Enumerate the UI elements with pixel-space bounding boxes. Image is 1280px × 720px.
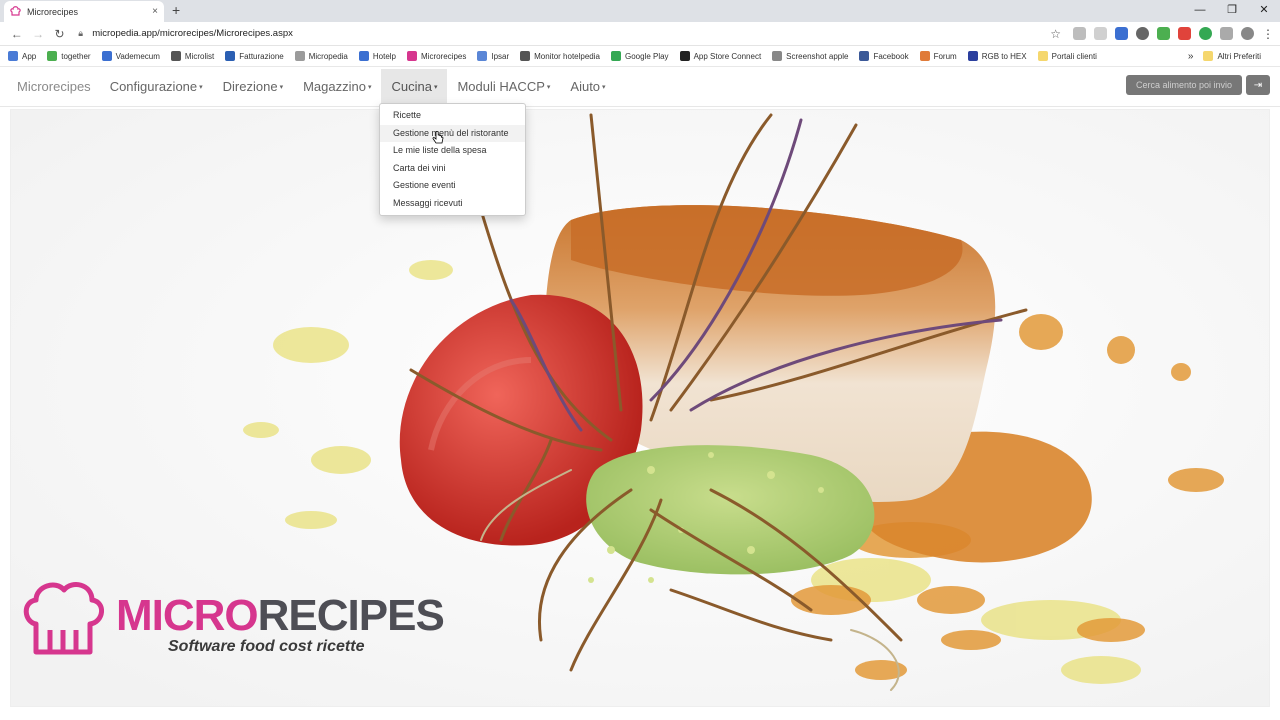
caret-down-icon: ▾ — [433, 83, 438, 91]
caret-down-icon: ▾ — [367, 83, 372, 91]
chef-hat-favicon-icon — [10, 6, 21, 17]
navbar-brand[interactable]: Microrecipes — [8, 79, 100, 94]
bookmark-favicon-icon — [358, 51, 369, 61]
dropdown-item[interactable]: Gestione menù del ristorante — [380, 124, 525, 142]
bookmark-favicon-icon — [47, 51, 58, 61]
app-navbar: Microrecipes Configurazione ▾ Direzione ▾ Ma… — [0, 67, 1280, 107]
bookmark-item[interactable]: Facebook — [859, 51, 909, 61]
bookmark-item[interactable]: Screenshot apple — [772, 51, 848, 61]
nav-item-moduli-haccp[interactable]: Moduli HACCP ▾ — [447, 69, 560, 105]
extension-icon[interactable] — [1220, 27, 1233, 40]
extension-icon[interactable] — [1115, 27, 1128, 40]
nav-item-direzione[interactable]: Direzione ▾ — [213, 69, 293, 105]
logout-icon[interactable]: ⇥ — [1246, 75, 1270, 95]
nav-item-configurazione[interactable]: Configurazione ▾ — [100, 69, 213, 105]
bookmarks-bar: App together Vademecum Microlist Fatturazion… — [0, 46, 1280, 67]
minimize-icon[interactable]: — — [1184, 0, 1216, 22]
bookmarks-more-icon[interactable]: » — [1188, 51, 1194, 62]
bookmark-favicon-icon — [170, 51, 181, 61]
browser-toolbar: ← → ↻ 🔒︎ micropedia.app/microrecipes/Mic… — [0, 22, 1280, 46]
caret-down-icon: ▾ — [279, 83, 284, 91]
extension-icons — [1073, 27, 1254, 40]
bookmark-favicon-icon — [679, 51, 690, 61]
browser-menu-icon[interactable]: ⋮ — [1262, 27, 1274, 41]
tab-close-icon[interactable]: × — [152, 6, 158, 17]
close-window-icon[interactable]: ✕ — [1248, 0, 1280, 22]
bookmark-favicon-icon — [919, 51, 930, 61]
caret-down-icon: ▾ — [199, 83, 203, 91]
bookmark-item[interactable]: Forum — [919, 51, 957, 61]
dropdown-item[interactable]: Le mie liste della spesa — [380, 142, 525, 160]
caret-down-icon: ▾ — [546, 83, 551, 91]
nav-item-cucina[interactable]: Cucina ▾ — [381, 68, 448, 105]
bookmark-favicon-icon — [8, 51, 18, 61]
bookmark-favicon-icon — [967, 51, 978, 61]
bookmark-favicon-icon — [1037, 51, 1048, 61]
extension-icon[interactable] — [1073, 27, 1086, 40]
bookmark-favicon-icon — [477, 51, 488, 61]
new-tab-icon[interactable]: + — [172, 2, 180, 18]
bookmark-item[interactable]: Hotelp — [358, 51, 396, 61]
browser-tab-title: Microrecipes — [27, 6, 79, 17]
extension-icon[interactable] — [1199, 27, 1212, 40]
address-bar[interactable]: 🔒︎ micropedia.app/microrecipes/Microreci… — [78, 24, 1061, 44]
browser-tab[interactable]: Microrecipes × — [4, 1, 164, 22]
folder-icon — [1203, 51, 1214, 61]
bookmark-folder-other[interactable]: Altri Preferiti — [1203, 51, 1261, 61]
window-controls: — ❐ ✕ — [1184, 0, 1280, 22]
dropdown-item[interactable]: Gestione eventi — [380, 177, 525, 195]
lock-icon: 🔒︎ — [78, 28, 84, 38]
bookmark-star-icon[interactable]: ☆ — [1050, 27, 1061, 41]
bookmark-item[interactable]: Fatturazione — [225, 51, 284, 61]
bookmark-item[interactable]: Monitor hotelpedia — [520, 51, 600, 61]
bookmark-item[interactable]: Vademecum — [101, 51, 160, 61]
forward-arrow-icon[interactable]: → — [27, 27, 48, 41]
extension-icon[interactable] — [1094, 27, 1107, 40]
nav-item-aiuto[interactable]: Aiuto ▾ — [560, 69, 615, 105]
caret-down-icon: ▾ — [602, 83, 606, 91]
hand-cursor-icon — [432, 131, 444, 144]
bookmark-favicon-icon — [520, 51, 531, 61]
bookmark-item[interactable]: Google Play — [610, 51, 669, 61]
dropdown-item[interactable]: Carta dei vini — [380, 160, 525, 178]
cucina-dropdown-menu: Ricette Gestione menù del ristorante Le mi… — [379, 103, 526, 216]
reload-icon[interactable]: ↻ — [49, 27, 70, 41]
bookmark-favicon-icon — [772, 51, 783, 61]
bookmark-favicon-icon — [610, 51, 621, 61]
bookmark-item[interactable]: Microrecipes — [407, 51, 466, 61]
back-arrow-icon[interactable]: ← — [6, 27, 27, 41]
dropdown-item[interactable]: Messaggi ricevuti — [380, 195, 525, 213]
chef-hat-logo-icon — [23, 582, 104, 655]
extension-icon[interactable] — [1136, 27, 1149, 40]
url-text[interactable]: micropedia.app/microrecipes/Microrecipes… — [92, 28, 293, 39]
bookmark-item[interactable]: App — [8, 51, 36, 61]
profile-avatar-icon[interactable] — [1241, 27, 1254, 40]
bookmark-item[interactable]: Microlist — [170, 51, 214, 61]
bookmark-item[interactable]: together — [47, 51, 91, 61]
bookmark-item[interactable]: Ipsar — [477, 51, 509, 61]
dropdown-item[interactable]: Ricette — [380, 107, 525, 125]
logo-tagline: Software food cost ricette — [168, 638, 365, 655]
bookmark-favicon-icon — [859, 51, 870, 61]
bookmark-item[interactable]: Micropedia — [294, 51, 348, 61]
logo-wordmark: MICRORECIPES — [116, 591, 445, 640]
food-search-button[interactable]: Cerca alimento poi invio — [1126, 75, 1242, 95]
bookmark-favicon-icon — [294, 51, 305, 61]
bookmark-favicon-icon — [225, 51, 236, 61]
nav-item-magazzino[interactable]: Magazzino ▾ — [293, 69, 381, 105]
bookmark-favicon-icon — [407, 51, 417, 61]
bookmark-favicon-icon — [101, 51, 112, 61]
extension-icon[interactable] — [1178, 27, 1191, 40]
maximize-icon[interactable]: ❐ — [1216, 0, 1248, 22]
extension-icon[interactable] — [1157, 27, 1170, 40]
bookmark-item[interactable]: App Store Connect — [679, 51, 761, 61]
microrecipes-logo: MICRORECIPES Software food cost ricette — [22, 580, 445, 660]
bookmark-item[interactable]: RGB to HEX — [967, 51, 1027, 61]
bookmark-item[interactable]: Portali clienti — [1037, 51, 1097, 61]
browser-tabstrip: Microrecipes × + — ❐ ✕ — [0, 0, 1280, 22]
